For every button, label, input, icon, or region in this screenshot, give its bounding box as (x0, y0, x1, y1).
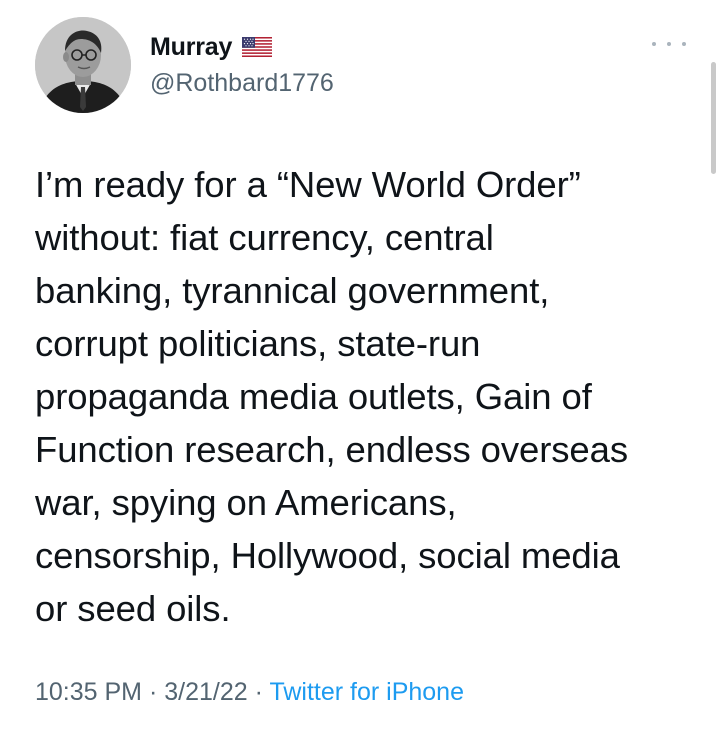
tweet-line: banking, tyrannical government, (35, 270, 550, 311)
us-flag-icon (242, 37, 273, 57)
more-dot (682, 42, 686, 46)
meta-separator: · (148, 678, 158, 706)
more-dot (652, 42, 656, 46)
author-display-name[interactable]: Murray (150, 33, 232, 61)
avatar[interactable] (35, 17, 131, 113)
avatar-portrait (35, 17, 131, 113)
tweet-date[interactable]: 3/21/22 (164, 678, 247, 706)
tweet-line: Function research, endless overseas (35, 429, 628, 470)
tweet-line: censorship, Hollywood, social media (35, 535, 620, 576)
author-name-row[interactable]: Murray (150, 33, 273, 61)
more-options-icon[interactable] (652, 36, 686, 52)
tweet-line: without: fiat currency, central (35, 217, 494, 258)
tweet-text: I’m ready for a “New World Order” withou… (35, 158, 705, 635)
tweet-line: propaganda media outlets, Gain of (35, 376, 592, 417)
author-handle[interactable]: @Rothbard1776 (150, 68, 334, 98)
tweet-source-link[interactable]: Twitter for iPhone (269, 678, 464, 706)
scrollbar[interactable] (711, 62, 716, 174)
tweet-line: war, spying on Americans, (35, 482, 457, 523)
tweet-line: corrupt politicians, state-run (35, 323, 481, 364)
tweet-meta: 10:35 PM · 3/21/22 · Twitter for iPhone (35, 674, 464, 710)
tweet-line: or seed oils. (35, 588, 231, 629)
meta-separator: · (254, 678, 263, 706)
tweet-card: Murray @Rothbard1776 I’m ready for a “Ne… (0, 0, 720, 732)
more-dot (667, 42, 671, 46)
tweet-time[interactable]: 10:35 PM (35, 678, 142, 706)
tweet-line: I’m ready for a “New World Order” (35, 164, 581, 205)
